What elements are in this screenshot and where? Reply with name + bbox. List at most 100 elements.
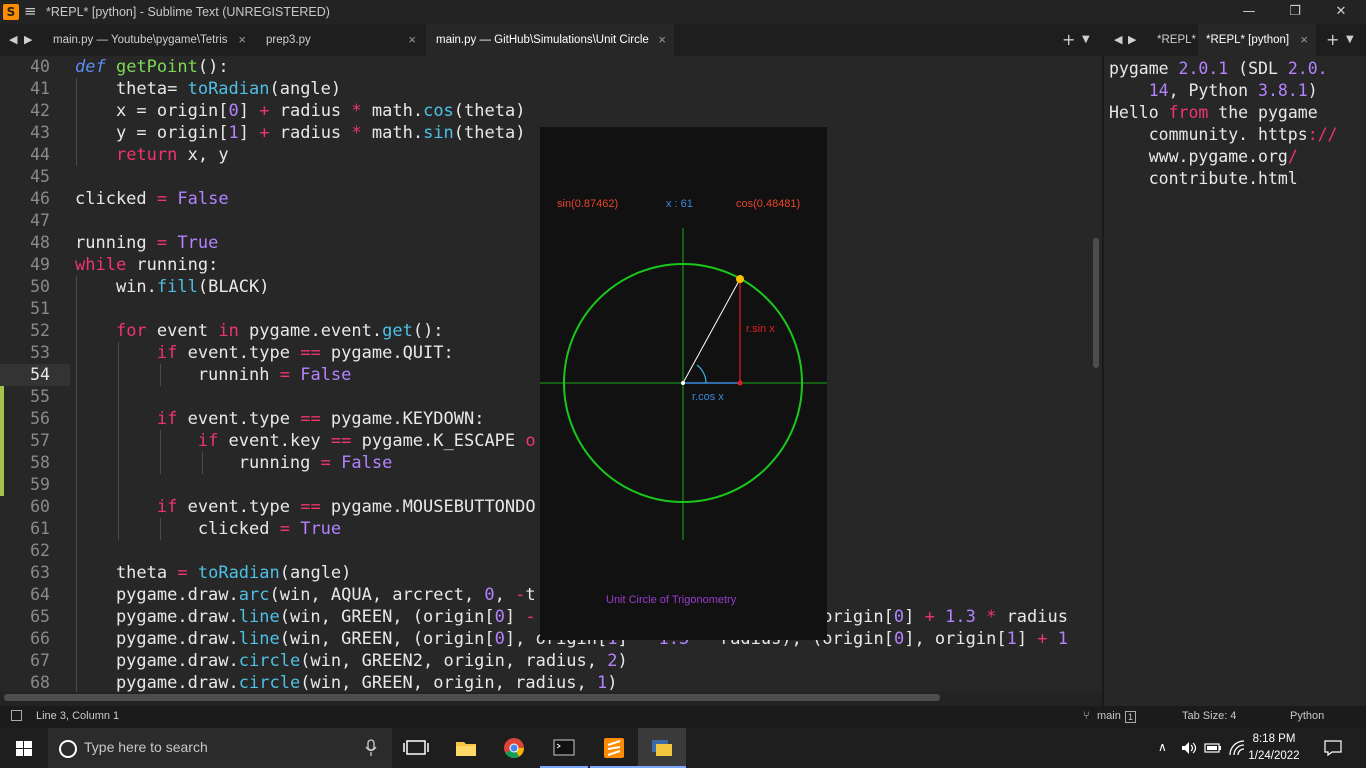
minimize-button[interactable]: — xyxy=(1226,0,1272,24)
python-taskbar-button[interactable] xyxy=(638,728,686,768)
line-number: 62 xyxy=(30,541,50,560)
rcos-label: r.cos x xyxy=(692,391,724,403)
line-gutter: 40 41 42 43 44 45 46 47 48 49 50 51 52 5… xyxy=(0,56,70,692)
pygame-window[interactable]: sin(0.87462) x : 61 cos(0.48481) r.sin x… xyxy=(540,127,827,640)
chrome-icon xyxy=(504,738,525,759)
tab-unit-circle[interactable]: main.py — GitHub\Simulations\Unit Circle… xyxy=(426,24,674,56)
code-line: pygame.draw.arc(win, AQUA, arcrect, 0, -… xyxy=(75,585,536,605)
code-line: y = origin[1] + radius * math.sin(theta) xyxy=(75,123,526,143)
microphone-icon[interactable] xyxy=(364,739,378,757)
foot-point xyxy=(737,380,743,386)
code-line: def getPoint(): xyxy=(75,57,229,77)
start-button[interactable] xyxy=(0,728,48,768)
repl-new-tab-icon[interactable]: + xyxy=(1326,24,1339,56)
circle-point xyxy=(736,275,744,283)
clock-time: 8:18 PM xyxy=(1252,733,1296,745)
tab-repl-1[interactable]: *REPL* [ xyxy=(1150,24,1198,56)
tab-label: main.py — GitHub\Simulations\Unit Circle xyxy=(436,34,649,46)
panel-toggle-icon[interactable] xyxy=(11,710,22,721)
tab-label: *REPL* [python] xyxy=(1206,34,1290,46)
code-line: if event.key == pygame.K_ESCAPE o xyxy=(197,431,536,451)
taskbar: Type here to search ∧ 8:18 PM 1/24/2022 xyxy=(0,728,1366,768)
git-branch-icon: ⑂ xyxy=(1083,710,1090,722)
title-bar: S ≡ *REPL* [python] - Sublime Text (UNRE… xyxy=(0,0,1366,24)
line-number: 49 xyxy=(30,255,50,274)
syntax-mode[interactable]: Python xyxy=(1290,710,1324,722)
editor-vertical-scrollbar[interactable] xyxy=(1092,56,1102,692)
repl-tab-forward-icon[interactable]: ▶ xyxy=(1128,24,1136,56)
search-icon xyxy=(59,740,77,758)
repl-line: 14, Python 3.8.1) xyxy=(1148,81,1318,100)
tab-tetris[interactable]: main.py — Youtube\pygame\Tetris × xyxy=(44,24,254,56)
terminal-icon xyxy=(553,739,575,756)
line-number: 46 xyxy=(30,189,50,208)
chrome-button[interactable] xyxy=(490,728,538,768)
terminal-button[interactable] xyxy=(540,728,588,768)
radius-line xyxy=(682,278,741,384)
line-number: 64 xyxy=(30,585,50,604)
tab-close-icon[interactable]: × xyxy=(1300,24,1308,56)
code-line: running = True xyxy=(75,233,219,253)
editor-horizontal-scrollbar[interactable] xyxy=(4,694,940,701)
tab-label: *REPL* [ xyxy=(1157,34,1198,46)
file-explorer-button[interactable] xyxy=(442,728,490,768)
angle-arc xyxy=(696,364,707,384)
window-title: *REPL* [python] - Sublime Text (UNREGIST… xyxy=(46,5,330,19)
tab-dropdown-icon[interactable]: ▼ xyxy=(1082,24,1090,56)
tab-close-icon[interactable]: × xyxy=(238,24,246,56)
tab-close-icon[interactable]: × xyxy=(408,24,416,56)
repl-output-pane[interactable]: pygame 2.0.1 (SDL 2.0. 14, Python 3.8.1)… xyxy=(1104,56,1366,706)
line-number: 51 xyxy=(30,299,50,318)
tab-forward-icon[interactable]: ▶ xyxy=(24,24,32,56)
show-hidden-icons-icon[interactable]: ∧ xyxy=(1158,740,1167,754)
repl-tab-dropdown-icon[interactable]: ▼ xyxy=(1346,24,1354,56)
code-line: if event.type == pygame.MOUSEBUTTONDO xyxy=(156,497,536,517)
close-button[interactable]: ✕ xyxy=(1318,0,1364,24)
line-number: 47 xyxy=(30,211,50,230)
line-number: 68 xyxy=(30,673,50,692)
tab-close-icon[interactable]: × xyxy=(658,24,666,56)
line-number: 66 xyxy=(30,629,50,648)
python-icon xyxy=(652,740,672,756)
maximize-button[interactable]: ❐ xyxy=(1272,0,1318,24)
clock-date: 1/24/2022 xyxy=(1248,750,1300,762)
line-number: 44 xyxy=(30,145,50,164)
code-line: pygame.draw.circle(win, GREEN2, origin, … xyxy=(75,651,628,671)
line-number: 67 xyxy=(30,651,50,670)
code-line: theta = toRadian(angle) xyxy=(75,563,352,583)
taskbar-search[interactable]: Type here to search xyxy=(48,728,392,768)
caption-label: Unit Circle of Trigonometry xyxy=(606,594,737,606)
tab-prep3[interactable]: prep3.py × xyxy=(256,24,424,56)
new-tab-icon[interactable]: + xyxy=(1062,24,1075,56)
line-number: 42 xyxy=(30,101,50,120)
repl-line: community. https:// xyxy=(1109,125,1338,144)
git-branch[interactable]: main xyxy=(1097,710,1121,722)
editor-scroll-thumb[interactable] xyxy=(1093,238,1099,368)
code-line: running = False xyxy=(75,453,393,473)
tab-repl-python[interactable]: *REPL* [python] × xyxy=(1198,24,1316,56)
menu-icon[interactable]: ≡ xyxy=(24,3,37,19)
sublime-logo-icon: S xyxy=(3,4,19,20)
tab-back-icon[interactable]: ◀ xyxy=(9,24,17,56)
notifications-icon[interactable] xyxy=(1324,739,1342,757)
line-number: 61 xyxy=(30,519,50,538)
folder-icon xyxy=(456,742,476,756)
system-clock[interactable]: 8:18 PM 1/24/2022 xyxy=(1244,731,1304,765)
line-number: 43 xyxy=(30,123,50,142)
battery-icon[interactable] xyxy=(1204,741,1222,755)
code-line: while running: xyxy=(75,255,219,275)
task-view-button[interactable] xyxy=(392,728,440,768)
code-line: clicked = True xyxy=(75,519,342,539)
volume-icon[interactable] xyxy=(1180,740,1198,756)
tab-size[interactable]: Tab Size: 4 xyxy=(1182,710,1236,722)
line-number: 58 xyxy=(30,453,50,472)
line-number: 59 xyxy=(30,475,50,494)
code-line: pygame.draw.circle(win, GREEN, origin, r… xyxy=(75,673,618,692)
repl-tab-back-icon[interactable]: ◀ xyxy=(1114,24,1122,56)
windows-icon xyxy=(16,741,32,756)
repl-line: Hello from the pygame xyxy=(1109,103,1318,122)
sublime-taskbar-button[interactable] xyxy=(590,728,638,768)
task-view-icon xyxy=(403,740,429,755)
code-line: if event.type == pygame.KEYDOWN: xyxy=(156,409,485,429)
cursor-position[interactable]: Line 3, Column 1 xyxy=(36,710,119,722)
